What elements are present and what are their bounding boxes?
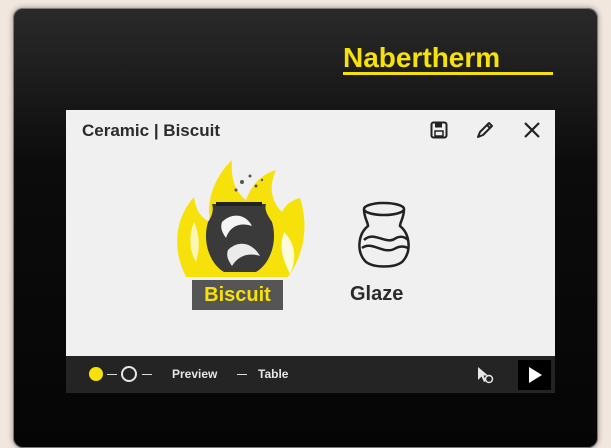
glaze-vase-icon bbox=[358, 201, 410, 268]
start-program-button[interactable] bbox=[518, 360, 551, 390]
option-glaze[interactable] bbox=[344, 200, 424, 274]
dialog-title: Ceramic | Biscuit bbox=[82, 121, 220, 140]
step-table[interactable]: Table bbox=[258, 367, 288, 381]
step-indicator-active[interactable] bbox=[89, 367, 103, 381]
play-icon bbox=[528, 367, 542, 383]
option-biscuit-label[interactable]: Biscuit bbox=[192, 280, 283, 310]
edit-button[interactable] bbox=[473, 118, 497, 142]
close-icon bbox=[524, 122, 540, 138]
save-button[interactable] bbox=[427, 118, 451, 142]
step-connector bbox=[142, 374, 152, 375]
option-glaze-label[interactable]: Glaze bbox=[350, 283, 403, 306]
touch-cursor-icon bbox=[478, 367, 494, 384]
brand-logo: Nabertherm bbox=[343, 42, 501, 73]
step-preview[interactable]: Preview bbox=[172, 367, 217, 381]
close-button[interactable] bbox=[520, 118, 544, 142]
edit-icon bbox=[477, 122, 493, 138]
touch-cursor-button[interactable] bbox=[475, 365, 497, 385]
biscuit-flame-pot-icon bbox=[177, 160, 305, 277]
brand-underline bbox=[343, 72, 553, 75]
step-connector bbox=[237, 374, 247, 375]
save-icon bbox=[430, 121, 448, 139]
step-connector bbox=[107, 374, 117, 375]
step-indicator-inactive[interactable] bbox=[121, 366, 137, 382]
